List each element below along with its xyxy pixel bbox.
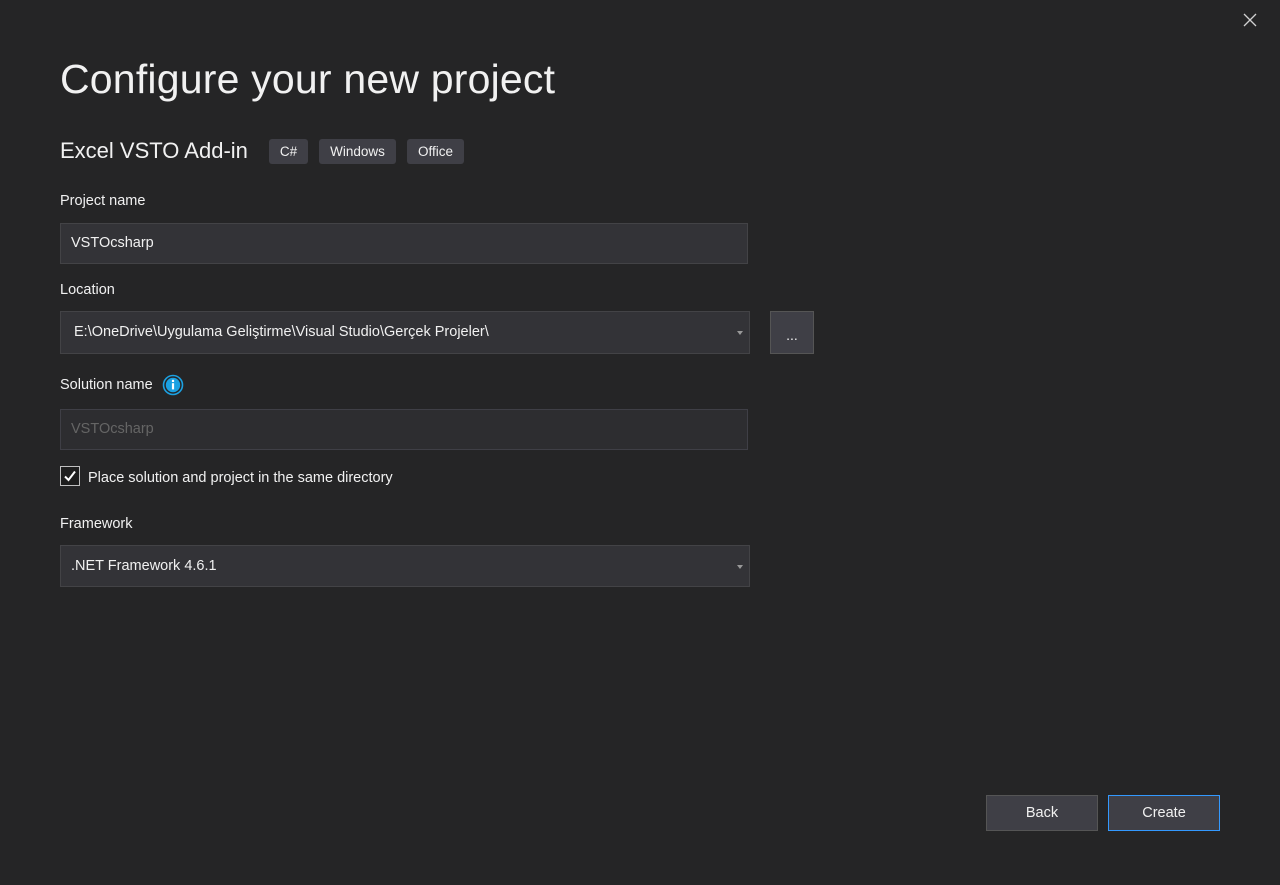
solution-name-label: Solution name <box>60 377 153 393</box>
project-name-input[interactable]: VSTOcsharp <box>60 223 748 264</box>
framework-label: Framework <box>60 516 133 532</box>
close-button[interactable] <box>1238 8 1262 32</box>
solution-name-input[interactable]: VSTOcsharp <box>60 409 748 450</box>
location-combobox[interactable]: E:\OneDrive\Uygulama Geliştirme\Visual S… <box>60 311 750 354</box>
chevron-down-icon <box>737 565 743 569</box>
same-directory-checkbox[interactable] <box>60 466 80 486</box>
close-icon <box>1243 13 1257 27</box>
tag-language: C# <box>268 138 309 164</box>
configure-project-dialog: Configure your new project Excel VSTO Ad… <box>0 0 1280 885</box>
framework-value: .NET Framework 4.6.1 <box>71 558 217 574</box>
tag-platform: Windows <box>319 138 396 164</box>
create-button[interactable]: Create <box>1108 795 1220 831</box>
info-icon[interactable] <box>162 374 184 396</box>
same-directory-option[interactable]: Place solution and project in the same d… <box>60 466 393 486</box>
same-directory-label: Place solution and project in the same d… <box>88 469 393 486</box>
template-info: Excel VSTO Add-in C# Windows Office <box>60 138 475 164</box>
framework-combobox[interactable]: .NET Framework 4.6.1 <box>60 545 750 587</box>
tag-project-type: Office <box>406 138 464 164</box>
checkmark-icon <box>64 470 76 482</box>
project-name-label: Project name <box>60 193 146 209</box>
page-title: Configure your new project <box>60 56 556 102</box>
browse-location-button[interactable]: ... <box>770 311 814 354</box>
back-button[interactable]: Back <box>986 795 1098 831</box>
location-value: E:\OneDrive\Uygulama Geliştirme\Visual S… <box>74 324 489 340</box>
location-label: Location <box>60 282 115 298</box>
template-name: Excel VSTO Add-in <box>60 138 248 163</box>
chevron-down-icon <box>737 331 743 335</box>
